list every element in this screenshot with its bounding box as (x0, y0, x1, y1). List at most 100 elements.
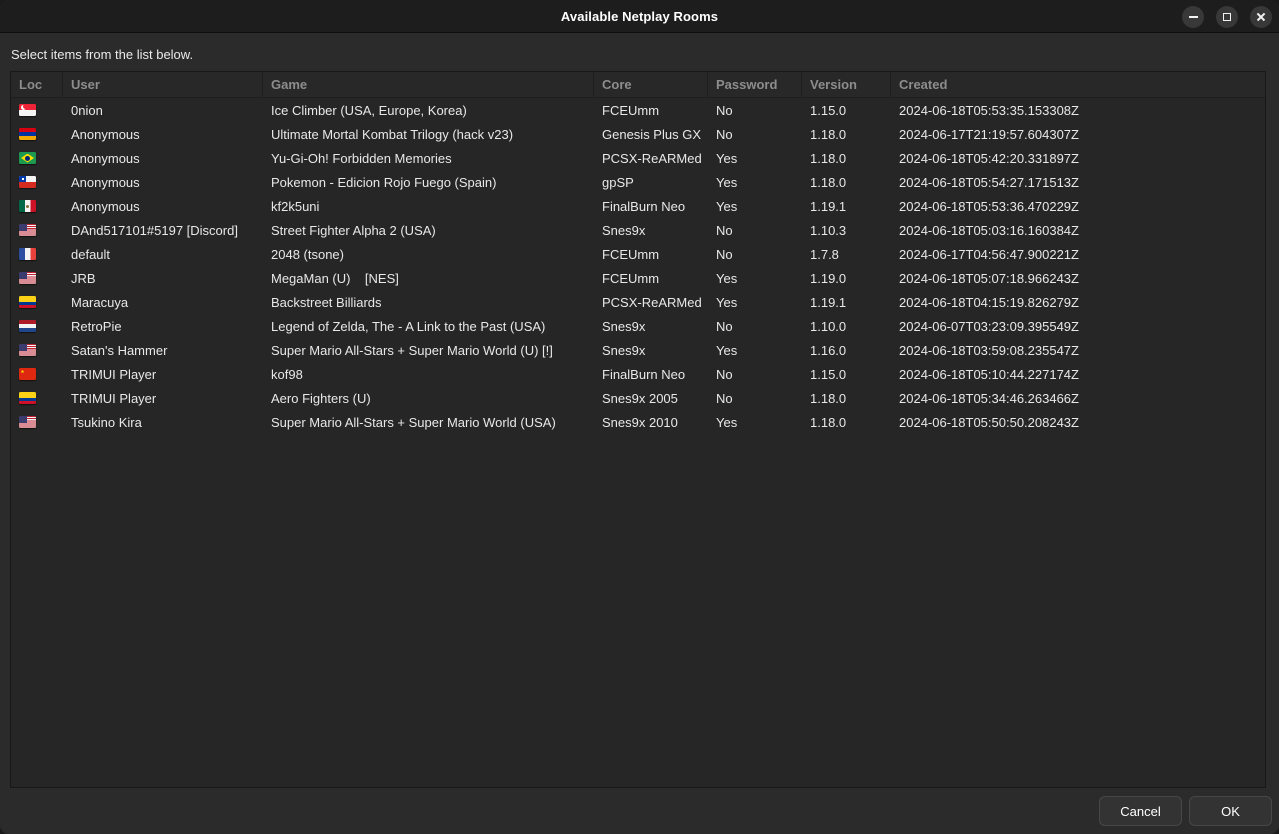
table-row[interactable]: RetroPieLegend of Zelda, The - A Link to… (11, 314, 1265, 338)
core-cell: gpSP (594, 170, 708, 194)
cancel-button[interactable]: Cancel (1099, 796, 1182, 826)
instruction-text: Select items from the list below. (10, 43, 1266, 71)
version-cell: 1.19.0 (802, 266, 891, 290)
version-cell: 1.10.3 (802, 218, 891, 242)
core-cell: FCEUmm (594, 242, 708, 266)
titlebar[interactable]: Available Netplay Rooms (0, 0, 1279, 33)
version-cell: 1.10.0 (802, 314, 891, 338)
game-cell: Super Mario All-Stars + Super Mario Worl… (263, 410, 594, 434)
flag-netherlands-icon (19, 320, 36, 332)
game-cell: Pokemon - Edicion Rojo Fuego (Spain) (263, 170, 594, 194)
created-cell: 2024-06-18T05:07:18.966243Z (891, 266, 1265, 290)
flag-france-icon (19, 248, 36, 260)
column-header-password[interactable]: Password (708, 72, 802, 97)
rooms-table[interactable]: Loc User Game Core Password Version Crea… (10, 71, 1266, 788)
core-cell: Snes9x 2010 (594, 410, 708, 434)
column-header-game[interactable]: Game (263, 72, 594, 97)
table-row[interactable]: Satan's HammerSuper Mario All-Stars + Su… (11, 338, 1265, 362)
version-cell: 1.18.0 (802, 146, 891, 170)
table-row[interactable]: 0nionIce Climber (USA, Europe, Korea)FCE… (11, 98, 1265, 122)
table-row[interactable]: TRIMUI PlayerAero Fighters (U)Snes9x 200… (11, 386, 1265, 410)
column-header-version[interactable]: Version (802, 72, 891, 97)
core-cell: PCSX-ReARMed (594, 290, 708, 314)
table-row[interactable]: DAnd517101#5197 [Discord]Street Fighter … (11, 218, 1265, 242)
user-cell: TRIMUI Player (63, 362, 263, 386)
core-cell: Genesis Plus GX (594, 122, 708, 146)
created-cell: 2024-06-18T05:53:35.153308Z (891, 98, 1265, 122)
flag-singapore-icon (19, 104, 36, 116)
maximize-button[interactable] (1216, 6, 1238, 28)
table-row[interactable]: AnonymousYu-Gi-Oh! Forbidden MemoriesPCS… (11, 146, 1265, 170)
user-cell: 0nion (63, 98, 263, 122)
minimize-button[interactable] (1182, 6, 1204, 28)
password-cell: Yes (708, 194, 802, 218)
window-controls (1182, 0, 1272, 33)
version-cell: 1.18.0 (802, 386, 891, 410)
loc-cell (11, 218, 63, 242)
core-cell: Snes9x 2005 (594, 386, 708, 410)
created-cell: 2024-06-18T05:34:46.263466Z (891, 386, 1265, 410)
version-cell: 1.18.0 (802, 170, 891, 194)
password-cell: Yes (708, 338, 802, 362)
column-header-loc[interactable]: Loc (11, 72, 63, 97)
dialog-footer: Cancel OK (0, 788, 1279, 834)
password-cell: No (708, 98, 802, 122)
created-cell: 2024-06-17T04:56:47.900221Z (891, 242, 1265, 266)
table-row[interactable]: MaracuyaBackstreet BilliardsPCSX-ReARMed… (11, 290, 1265, 314)
password-cell: Yes (708, 146, 802, 170)
table-row[interactable]: JRBMegaMan (U) [NES]FCEUmmYes1.19.02024-… (11, 266, 1265, 290)
table-row[interactable]: Tsukino KiraSuper Mario All-Stars + Supe… (11, 410, 1265, 434)
game-cell: Ice Climber (USA, Europe, Korea) (263, 98, 594, 122)
created-cell: 2024-06-07T03:23:09.395549Z (891, 314, 1265, 338)
column-header-created[interactable]: Created (891, 72, 1265, 97)
game-cell: Backstreet Billiards (263, 290, 594, 314)
user-cell: Maracuya (63, 290, 263, 314)
loc-cell (11, 122, 63, 146)
password-cell: No (708, 122, 802, 146)
game-cell: Legend of Zelda, The - A Link to the Pas… (263, 314, 594, 338)
table-row[interactable]: AnonymousUltimate Mortal Kombat Trilogy … (11, 122, 1265, 146)
flag-usa-icon (19, 272, 36, 284)
table-header: Loc User Game Core Password Version Crea… (11, 72, 1265, 98)
game-cell: kof98 (263, 362, 594, 386)
created-cell: 2024-06-18T04:15:19.826279Z (891, 290, 1265, 314)
flag-armenia-icon (19, 128, 36, 140)
user-cell: default (63, 242, 263, 266)
user-cell: Anonymous (63, 170, 263, 194)
loc-cell (11, 386, 63, 410)
close-button[interactable] (1250, 6, 1272, 28)
password-cell: No (708, 362, 802, 386)
flag-colombia-icon (19, 392, 36, 404)
user-cell: Satan's Hammer (63, 338, 263, 362)
column-header-user[interactable]: User (63, 72, 263, 97)
flag-usa-icon (19, 344, 36, 356)
core-cell: PCSX-ReARMed (594, 146, 708, 170)
version-cell: 1.7.8 (802, 242, 891, 266)
game-cell: Yu-Gi-Oh! Forbidden Memories (263, 146, 594, 170)
game-cell: 2048 (tsone) (263, 242, 594, 266)
ok-button[interactable]: OK (1189, 796, 1272, 826)
game-cell: kf2k5uni (263, 194, 594, 218)
table-row[interactable]: Anonymouskf2k5uniFinalBurn NeoYes1.19.12… (11, 194, 1265, 218)
password-cell: No (708, 218, 802, 242)
created-cell: 2024-06-18T05:10:44.227174Z (891, 362, 1265, 386)
column-header-core[interactable]: Core (594, 72, 708, 97)
table-body[interactable]: 0nionIce Climber (USA, Europe, Korea) FCE… (11, 98, 1265, 787)
created-cell: 2024-06-18T05:53:36.470229Z (891, 194, 1265, 218)
maximize-icon (1223, 13, 1231, 21)
password-cell: No (708, 314, 802, 338)
dialog-content: Select items from the list below. Loc Us… (0, 33, 1279, 788)
game-cell: Ultimate Mortal Kombat Trilogy (hack v23… (263, 122, 594, 146)
table-row[interactable]: AnonymousPokemon - Edicion Rojo Fuego (S… (11, 170, 1265, 194)
window-title: Available Netplay Rooms (561, 9, 718, 24)
created-cell: 2024-06-18T05:03:16.160384Z (891, 218, 1265, 242)
loc-cell (11, 290, 63, 314)
core-cell: FinalBurn Neo (594, 194, 708, 218)
user-cell: JRB (63, 266, 263, 290)
flag-usa-icon (19, 224, 36, 236)
loc-cell (11, 170, 63, 194)
loc-cell (11, 410, 63, 434)
table-row[interactable]: TRIMUI Playerkof98FinalBurn NeoNo1.15.02… (11, 362, 1265, 386)
table-row[interactable]: default2048 (tsone)FCEUmmNo1.7.82024-06-… (11, 242, 1265, 266)
user-cell: Anonymous (63, 194, 263, 218)
